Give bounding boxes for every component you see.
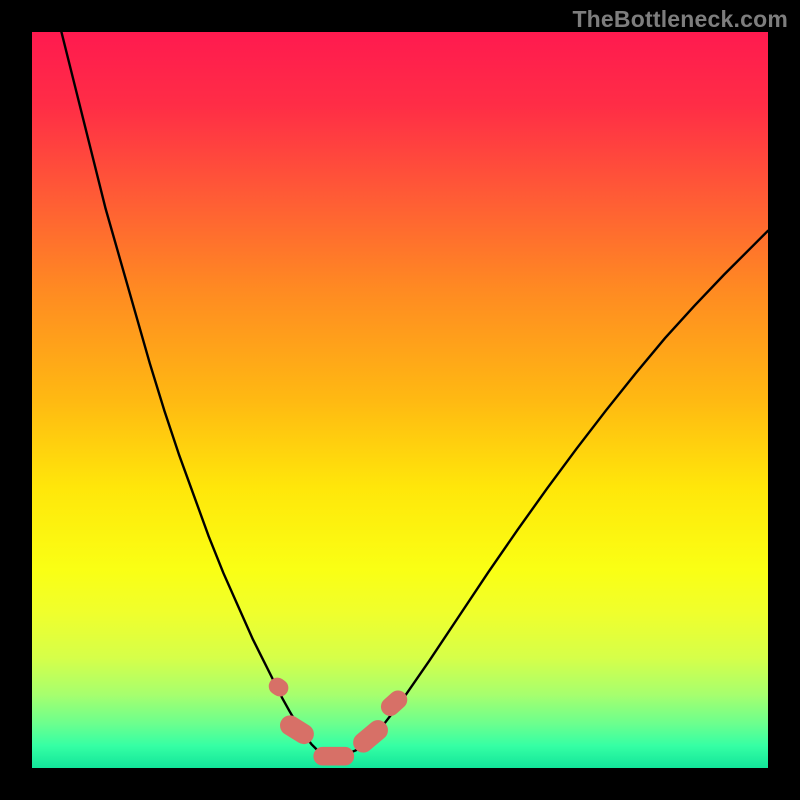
- bottleneck-chart: [32, 32, 768, 768]
- chart-frame: TheBottleneck.com: [0, 0, 800, 800]
- gradient-background: [32, 32, 768, 768]
- attribution-text: TheBottleneck.com: [572, 6, 788, 33]
- curve-marker: [314, 747, 354, 765]
- chart-plot-area: [32, 32, 768, 768]
